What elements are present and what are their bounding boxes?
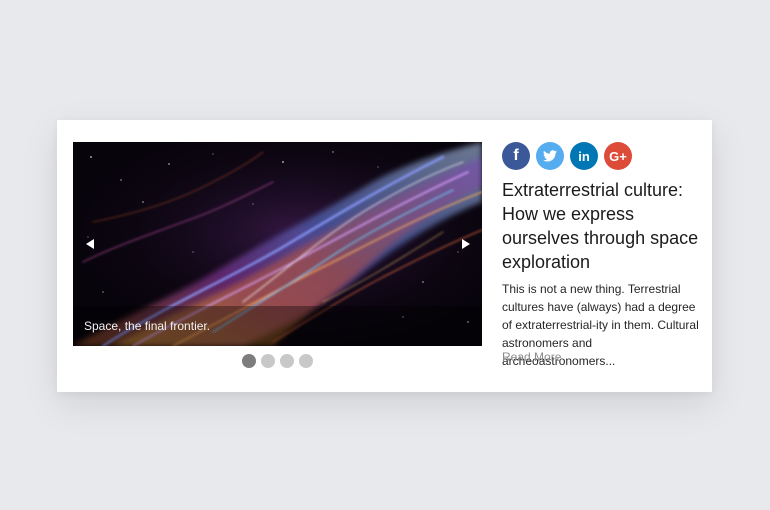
carousel-next-button[interactable] [456, 235, 474, 253]
google-plus-icon: G+ [609, 148, 627, 164]
twitter-share-button[interactable] [536, 142, 564, 170]
image-carousel[interactable]: Space, the final frontier. [73, 142, 482, 346]
google-plus-share-button[interactable]: G+ [604, 142, 632, 170]
triangle-right-icon [461, 239, 470, 249]
read-more-link[interactable]: Read More [502, 350, 561, 364]
twitter-icon [543, 150, 557, 162]
facebook-icon: f [513, 147, 519, 164]
article-title: Extraterrestrial culture: How we express… [502, 180, 699, 272]
linkedin-icon: in [578, 148, 590, 164]
carousel-dot-4[interactable] [299, 354, 313, 368]
triangle-left-icon [85, 239, 94, 249]
carousel-dot-3[interactable] [280, 354, 294, 368]
carousel-caption: Space, the final frontier. [84, 319, 211, 333]
carousel-indicators [242, 354, 313, 368]
linkedin-share-button[interactable]: in [570, 142, 598, 170]
article-card: Space, the final frontier. f in G+ Extra… [57, 120, 712, 392]
facebook-share-button[interactable]: f [502, 142, 530, 170]
carousel-dot-1[interactable] [242, 354, 256, 368]
social-share-bar: f in G+ [502, 142, 632, 170]
carousel-dot-2[interactable] [261, 354, 275, 368]
carousel-prev-button[interactable] [81, 235, 99, 253]
